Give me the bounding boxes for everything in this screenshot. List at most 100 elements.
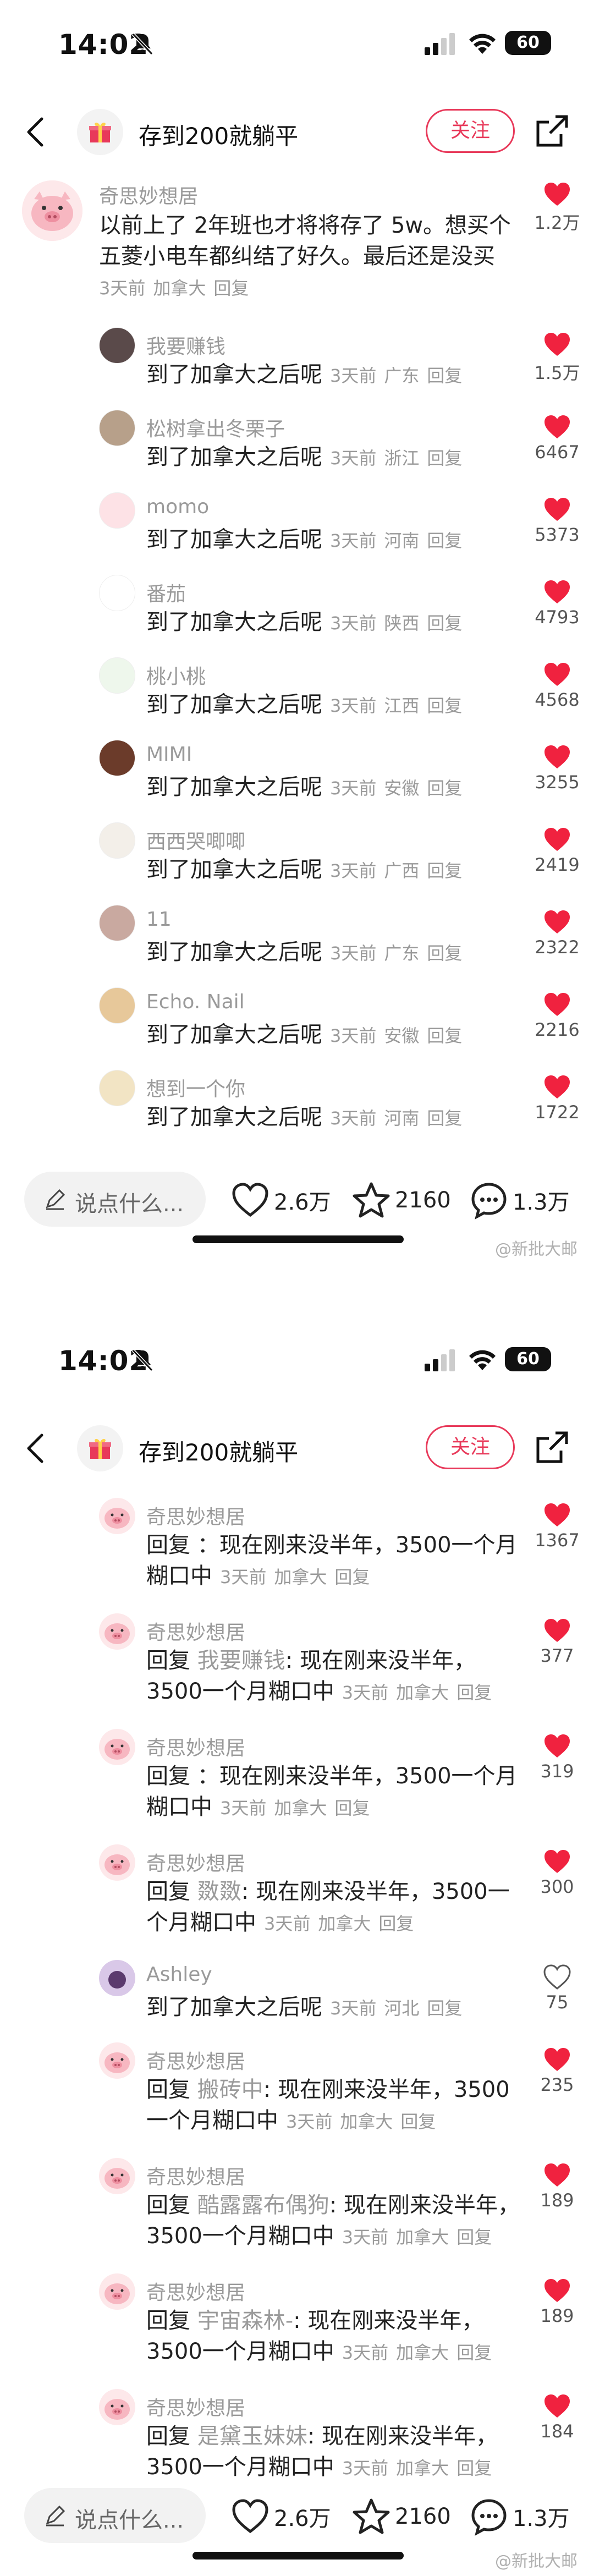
reply-target-user[interactable]: 我要赚钱 [197,1648,285,1673]
like-button[interactable]: 4568 [527,662,587,710]
reply-username[interactable]: 桃小桃 [146,661,206,689]
avatar[interactable] [99,1613,135,1650]
like-button[interactable]: 1367 [527,1502,587,1551]
reply-link[interactable]: 回复 [427,613,462,634]
like-button[interactable]: 5373 [527,497,587,545]
reply-link[interactable]: 回复 [427,778,462,799]
like-button[interactable]: 1.2万 [527,182,587,234]
avatar[interactable] [99,410,135,446]
avatar[interactable] [99,740,135,776]
like-button[interactable]: 6467 [527,414,587,463]
like-button[interactable]: 2419 [527,827,587,875]
like-button[interactable]: 189 [527,2162,587,2211]
avatar[interactable] [99,492,135,529]
reply-link[interactable]: 回复 [427,943,462,964]
avatar[interactable] [99,2042,135,2079]
like-button[interactable]: 1722 [527,1074,587,1123]
like-button[interactable]: 189 [527,2278,587,2326]
author-avatar[interactable] [77,109,123,155]
reply-link[interactable]: 回复 [400,2111,436,2132]
reply-username[interactable]: MIMI [146,743,192,766]
avatar[interactable] [99,905,135,941]
follow-button[interactable]: 关注 [426,109,515,153]
avatar[interactable] [99,575,135,611]
reply-link[interactable]: 回复 [427,860,462,881]
reply-username[interactable]: 奇思妙想居 [146,1732,245,1761]
avatar[interactable] [99,1960,135,1996]
like-button[interactable]: 319 [527,1733,587,1782]
reply-link[interactable]: 回复 [457,2342,492,2363]
reply-link[interactable]: 回复 [457,2227,492,2248]
like-button[interactable]: 184 [527,2393,587,2442]
share-icon[interactable] [534,1430,570,1466]
reply-link[interactable]: 回复 [378,1913,414,1934]
reply-link[interactable]: 回复 [213,278,249,299]
reply-username[interactable]: Echo. Nail [146,991,245,1013]
reply-target-user[interactable]: 搬砖中 [197,2077,263,2102]
reply-link[interactable]: 回复 [427,1108,462,1129]
reply-target-user[interactable]: 酷露露布偶狗 [197,2193,329,2218]
like-post-button[interactable]: 2.6万 [231,2495,331,2539]
avatar[interactable] [99,822,135,859]
avatar[interactable] [99,657,135,694]
reply-target-user[interactable]: 宇宙森林- [197,2308,293,2333]
like-button[interactable]: 2216 [527,992,587,1040]
like-button[interactable]: 4793 [527,579,587,628]
avatar[interactable] [99,1844,135,1881]
like-button[interactable]: 3255 [527,744,587,793]
reply-username[interactable]: 11 [146,908,172,931]
avatar[interactable] [99,2273,135,2310]
avatar[interactable] [99,1498,135,1534]
back-arrow-icon[interactable] [24,116,46,149]
avatar[interactable] [99,2158,135,2194]
like-button[interactable]: 377 [527,1618,587,1666]
avatar[interactable] [99,2389,135,2425]
reply-username[interactable]: 松树拿出冬栗子 [146,413,285,442]
reply-username[interactable]: momo [146,496,209,518]
reply-username[interactable]: 奇思妙想居 [146,2392,245,2421]
like-post-button[interactable]: 2.6万 [231,1178,331,1222]
reply-link[interactable]: 回复 [427,448,462,469]
reply-username[interactable]: 奇思妙想居 [146,2161,245,2190]
like-button[interactable]: 300 [527,1849,587,1897]
comment-username[interactable]: 奇思妙想居 [99,180,198,209]
reply-username[interactable]: Ashley [146,1963,212,1986]
reply-link[interactable]: 回复 [427,1025,462,1046]
reply-link[interactable]: 回复 [427,530,462,551]
avatar[interactable] [99,987,135,1024]
reply-username[interactable]: 奇思妙想居 [146,2277,245,2305]
reply-link[interactable]: 回复 [427,695,462,716]
share-icon[interactable] [534,113,570,150]
avatar[interactable] [99,1729,135,1765]
comment-input[interactable]: 说点什么... [24,1172,206,1227]
avatar[interactable] [22,180,82,241]
comment-post-button[interactable]: 1.3万 [470,2495,570,2539]
reply-link[interactable]: 回复 [427,365,462,386]
reply-target-user[interactable]: 是黛玉妹妹 [197,2424,307,2449]
star-post-button[interactable]: 2160 [352,1178,451,1222]
reply-username[interactable]: 西西哭唧唧 [146,826,245,854]
reply-link[interactable]: 回复 [334,1567,370,1588]
like-button[interactable]: 75 [527,1964,587,2013]
like-button[interactable]: 2322 [527,909,587,958]
reply-username[interactable]: 番茄 [146,578,186,607]
avatar[interactable] [99,1070,135,1106]
author-avatar[interactable] [77,1425,123,1471]
reply-target-user[interactable]: 敪敪 [197,1879,241,1904]
comment-post-button[interactable]: 1.3万 [470,1178,570,1222]
reply-username[interactable]: 奇思妙想居 [146,2046,245,2074]
back-arrow-icon[interactable] [24,1432,46,1465]
reply-link[interactable]: 回复 [457,2458,492,2479]
follow-button[interactable]: 关注 [426,1425,515,1469]
reply-username[interactable]: 我要赚钱 [146,331,226,359]
reply-username[interactable]: 奇思妙想居 [146,1501,245,1530]
star-post-button[interactable]: 2160 [352,2495,451,2539]
like-button[interactable]: 1.5万 [527,332,587,385]
reply-username[interactable]: 奇思妙想居 [146,1848,245,1876]
reply-link[interactable]: 回复 [427,1998,462,2019]
like-button[interactable]: 235 [527,2047,587,2095]
comment-input[interactable]: 说点什么... [24,2488,206,2543]
reply-link[interactable]: 回复 [457,1682,492,1703]
avatar[interactable] [99,327,135,364]
reply-link[interactable]: 回复 [334,1798,370,1819]
